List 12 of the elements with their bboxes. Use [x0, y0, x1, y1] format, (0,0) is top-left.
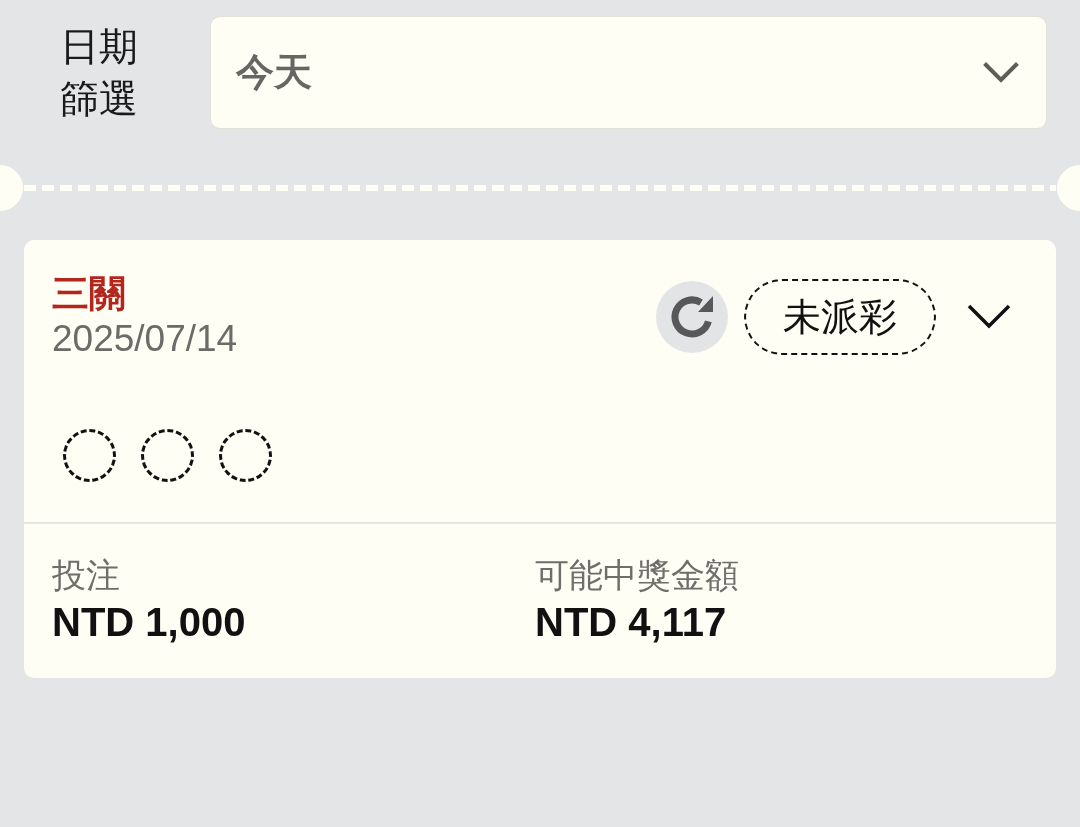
chevron-down-icon[interactable]	[966, 303, 1012, 331]
date-filter-dropdown[interactable]: 今天	[209, 16, 1047, 129]
stake-amount: NTD 1,000	[52, 599, 247, 646]
payout-amount: NTD 4,117	[535, 599, 728, 646]
status-badge: 未派彩	[744, 279, 936, 355]
bet-title: 三關	[52, 272, 127, 316]
stake-label: 投注	[52, 555, 121, 596]
filter-label: 日期篩選	[60, 23, 139, 122]
chevron-down-icon[interactable]	[982, 61, 1020, 84]
refresh-icon[interactable]	[656, 281, 728, 353]
payout-label: 可能中獎金額	[535, 555, 740, 596]
bet-date: 2025/07/14	[52, 317, 238, 361]
